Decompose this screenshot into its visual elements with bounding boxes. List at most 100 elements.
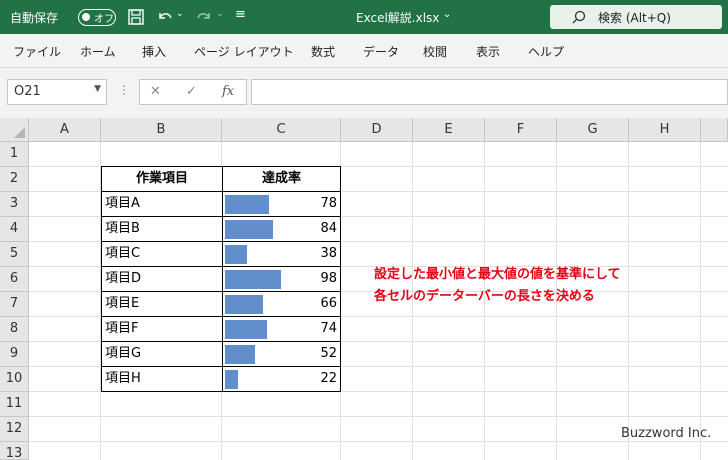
search-icon bbox=[572, 10, 586, 24]
save-icon[interactable] bbox=[127, 8, 145, 26]
tab-help[interactable]: ヘルプ bbox=[528, 43, 564, 60]
column-header-f[interactable]: F bbox=[485, 118, 557, 142]
row-header-4[interactable]: 4 bbox=[0, 217, 29, 242]
data-bar bbox=[225, 295, 263, 314]
formula-buttons: ✕ ✓ fx bbox=[139, 79, 247, 105]
ribbon-tabs: ファイル ホーム 挿入 ページ レイアウト 数式 データ 校閲 表示 ヘルプ bbox=[0, 34, 728, 68]
redo-icon[interactable] bbox=[195, 8, 213, 26]
row-header-11[interactable]: 11 bbox=[0, 392, 29, 417]
column-header-a[interactable]: A bbox=[29, 118, 101, 142]
row-header-6[interactable]: 6 bbox=[0, 267, 29, 292]
tab-view[interactable]: 表示 bbox=[476, 43, 500, 60]
tab-file[interactable]: ファイル bbox=[13, 43, 61, 60]
row-header-5[interactable]: 5 bbox=[0, 242, 29, 267]
table-cell-rate[interactable]: 84 bbox=[222, 216, 341, 242]
watermark: Buzzword Inc. bbox=[621, 426, 712, 441]
data-bar bbox=[225, 195, 269, 214]
formula-bar-grip-icon: ⋮ bbox=[118, 83, 130, 97]
row-header-10[interactable]: 10 bbox=[0, 367, 29, 392]
gridline bbox=[29, 416, 728, 417]
row-header-1[interactable]: 1 bbox=[0, 142, 29, 167]
rate-value: 66 bbox=[320, 296, 337, 311]
header-cell-item[interactable]: 作業項目 bbox=[101, 166, 223, 192]
data-bar bbox=[225, 320, 267, 339]
row-header-7[interactable]: 7 bbox=[0, 292, 29, 317]
rate-value: 78 bbox=[320, 196, 337, 211]
toggle-knob bbox=[82, 13, 90, 21]
column-header-g[interactable]: G bbox=[557, 118, 629, 142]
worksheet-grid[interactable]: A B C D E F G H 1 2 3 4 5 6 7 8 9 10 11 … bbox=[0, 118, 728, 460]
table-cell-name[interactable]: 項目C bbox=[101, 241, 223, 267]
data-bar bbox=[225, 370, 238, 389]
gridline bbox=[628, 142, 629, 460]
data-bar bbox=[225, 220, 273, 239]
autosave-toggle[interactable]: オフ bbox=[78, 9, 116, 26]
table-cell-name[interactable]: 項目E bbox=[101, 291, 223, 317]
data-bar bbox=[225, 245, 247, 264]
tab-formulas[interactable]: 数式 bbox=[311, 43, 335, 60]
formula-bar: O21 ▼ ⋮ ✕ ✓ fx bbox=[0, 68, 728, 118]
column-header-h[interactable]: H bbox=[629, 118, 701, 142]
row-header-2[interactable]: 2 bbox=[0, 167, 29, 192]
tab-data[interactable]: データ bbox=[363, 43, 399, 60]
formula-input[interactable] bbox=[251, 79, 728, 105]
column-header-c[interactable]: C bbox=[222, 118, 341, 142]
file-name[interactable]: Excel解説.xlsx bbox=[356, 9, 439, 26]
rate-value: 98 bbox=[320, 271, 337, 286]
row-header-13[interactable]: 13 bbox=[0, 442, 29, 460]
table-cell-rate[interactable]: 22 bbox=[222, 366, 341, 392]
rate-value: 22 bbox=[320, 371, 337, 386]
note-line-1: 設定した最小値と最大値の値を基準にして bbox=[374, 267, 621, 282]
header-cell-rate[interactable]: 達成率 bbox=[222, 166, 341, 192]
rate-value: 84 bbox=[320, 221, 337, 236]
title-bar: 自動保存 オフ ⌄ ⌄ ≡ Excel解説.xlsx ⌄ 検索 (Alt+Q) bbox=[0, 0, 728, 34]
table-cell-name[interactable]: 項目A bbox=[101, 191, 223, 217]
table-cell-rate[interactable]: 66 bbox=[222, 291, 341, 317]
table-cell-rate[interactable]: 38 bbox=[222, 241, 341, 267]
data-bar bbox=[225, 270, 281, 289]
table-cell-rate[interactable]: 98 bbox=[222, 266, 341, 292]
table-cell-rate[interactable]: 52 bbox=[222, 341, 341, 367]
filename-chevron-icon[interactable]: ⌄ bbox=[443, 9, 451, 20]
row-header-8[interactable]: 8 bbox=[0, 317, 29, 342]
table-cell-rate[interactable]: 78 bbox=[222, 191, 341, 217]
column-header-e[interactable]: E bbox=[413, 118, 485, 142]
name-box[interactable]: O21 ▼ bbox=[7, 79, 107, 105]
tab-home[interactable]: ホーム bbox=[80, 43, 116, 60]
table-cell-name[interactable]: 項目G bbox=[101, 341, 223, 367]
row-header-12[interactable]: 12 bbox=[0, 417, 29, 442]
row-header-3[interactable]: 3 bbox=[0, 192, 29, 217]
search-placeholder: 検索 (Alt+Q) bbox=[598, 11, 671, 25]
tab-review[interactable]: 校閲 bbox=[423, 43, 447, 60]
undo-icon[interactable] bbox=[156, 8, 174, 26]
column-header-i[interactable] bbox=[701, 118, 728, 142]
gridline bbox=[29, 441, 728, 442]
gridline bbox=[700, 142, 701, 460]
table-cell-rate[interactable]: 74 bbox=[222, 316, 341, 342]
row-header-9[interactable]: 9 bbox=[0, 342, 29, 367]
enter-icon[interactable]: ✓ bbox=[186, 84, 197, 99]
name-box-value: O21 bbox=[14, 84, 41, 99]
column-header-b[interactable]: B bbox=[101, 118, 222, 142]
rate-value: 52 bbox=[320, 346, 337, 361]
rate-value: 38 bbox=[320, 246, 337, 261]
note-line-2: 各セルのデーターバーの長さを決める bbox=[374, 289, 595, 304]
tab-page-layout[interactable]: ページ レイアウト bbox=[194, 43, 294, 60]
column-header-d[interactable]: D bbox=[341, 118, 413, 142]
table-cell-name[interactable]: 項目H bbox=[101, 366, 223, 392]
redo-dropdown-icon: ⌄ bbox=[216, 9, 224, 19]
autosave-label: 自動保存 bbox=[10, 11, 59, 25]
cancel-icon[interactable]: ✕ bbox=[150, 84, 161, 99]
table-cell-name[interactable]: 項目D bbox=[101, 266, 223, 292]
search-box[interactable]: 検索 (Alt+Q) bbox=[550, 5, 722, 29]
customize-toolbar-icon[interactable]: ≡ bbox=[235, 7, 246, 22]
autosave-state: オフ bbox=[94, 14, 114, 25]
data-bar bbox=[225, 345, 255, 364]
name-box-dropdown-icon[interactable]: ▼ bbox=[94, 84, 101, 94]
tab-insert[interactable]: 挿入 bbox=[142, 43, 166, 60]
undo-dropdown-icon[interactable]: ⌄ bbox=[176, 9, 184, 19]
select-all-corner[interactable] bbox=[0, 118, 29, 142]
table-cell-name[interactable]: 項目F bbox=[101, 316, 223, 342]
table-cell-name[interactable]: 項目B bbox=[101, 216, 223, 242]
insert-function-icon[interactable]: fx bbox=[222, 84, 234, 99]
